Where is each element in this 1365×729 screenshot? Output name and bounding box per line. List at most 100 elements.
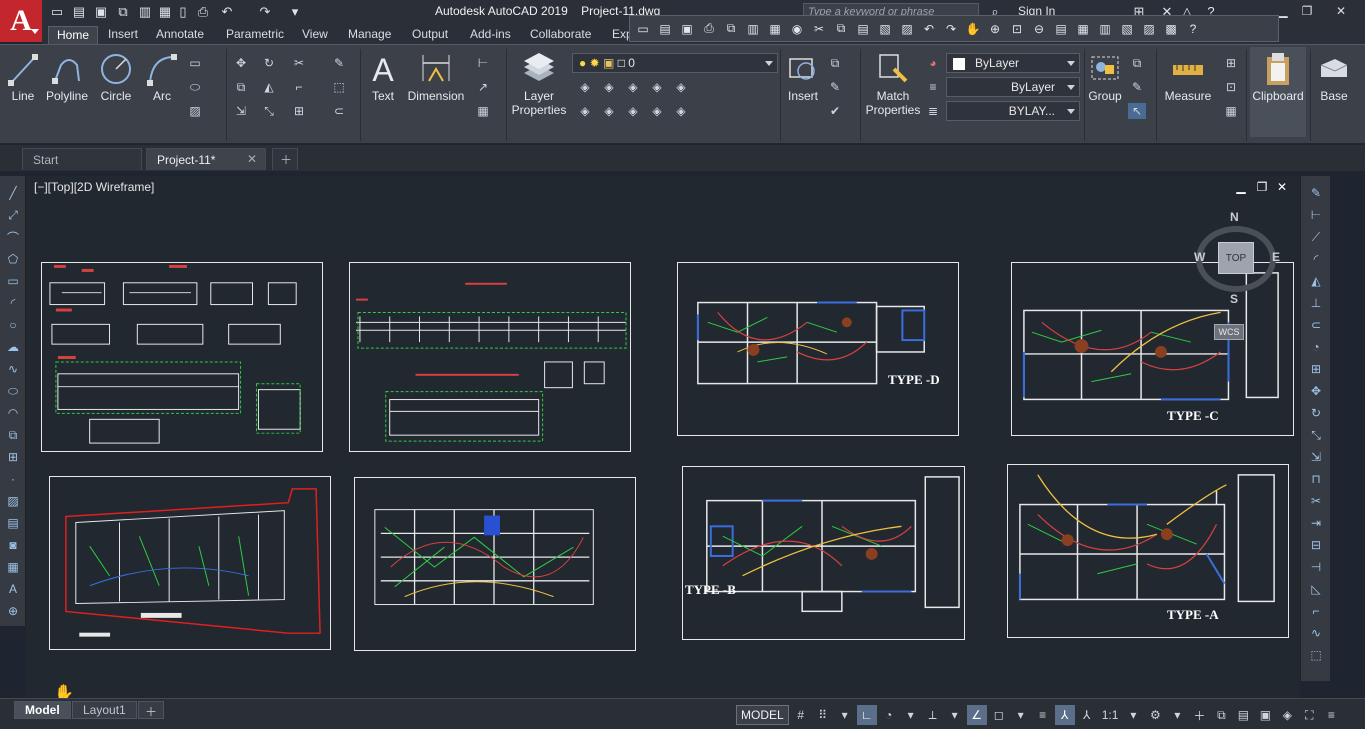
rectangle-icon[interactable]: ▭ (4, 272, 22, 290)
array-icon[interactable]: ⊞ (1307, 360, 1325, 378)
new-file-icon[interactable]: ▭ (48, 3, 66, 20)
match-icon[interactable]: ▧ (876, 20, 894, 38)
workspace-menu-icon[interactable]: ▾ (1167, 705, 1187, 725)
annotation-scale-button[interactable]: 1:1 (1099, 705, 1122, 725)
compass-south[interactable]: S (1230, 292, 1238, 306)
customization-icon[interactable]: ≡ (1321, 705, 1341, 725)
tab-layout1[interactable]: Layout1 (72, 701, 137, 719)
save-icon[interactable]: ▣ (92, 3, 110, 20)
construction-line-icon[interactable]: ⤢ (4, 206, 22, 224)
design-center-icon[interactable]: ▦ (1074, 20, 1092, 38)
array-icon[interactable]: ⊞ (290, 103, 308, 119)
viewport-controls-label[interactable]: [−][Top][2D Wireframe] (34, 180, 154, 194)
layer-off-icon[interactable]: ◈ (576, 79, 594, 95)
block-editor-icon[interactable]: ▨ (898, 20, 916, 38)
redo-icon[interactable]: ↷ (942, 20, 960, 38)
chamfer-icon[interactable]: ◺ (1307, 580, 1325, 598)
stretch-icon[interactable]: ⇲ (232, 103, 250, 119)
circle-icon[interactable]: ○ (4, 316, 22, 334)
group-selection-icon[interactable]: ↖ (1128, 103, 1146, 119)
leader-icon[interactable]: ↗ (474, 79, 492, 95)
zoom-realtime-icon[interactable]: ⊕ (986, 20, 1004, 38)
copy-icon[interactable]: ⧉ (832, 20, 850, 38)
measure-button[interactable]: Measure (1162, 51, 1214, 103)
tab-output[interactable]: Output (404, 26, 456, 44)
insert-button[interactable]: Insert (784, 51, 822, 103)
lineweight-icon[interactable]: ≣ (924, 103, 942, 119)
tab-start[interactable]: Start (22, 148, 142, 170)
open-icon[interactable]: ▤ (656, 20, 674, 38)
dim-arc-icon[interactable]: ◜ (1307, 250, 1325, 268)
stretch-icon[interactable]: ⇲ (1307, 448, 1325, 466)
annotation-scale-menu-icon[interactable]: ▾ (1123, 705, 1143, 725)
annotation-visibility-icon[interactable]: ⅄ (1054, 705, 1075, 725)
isodraft-icon[interactable]: ⟂ (923, 705, 943, 725)
tab-home[interactable]: Home (48, 26, 99, 44)
compass-east[interactable]: E (1272, 250, 1280, 264)
tab-view[interactable]: View (294, 26, 336, 44)
new-tab-button[interactable]: ＋ (272, 148, 298, 170)
polygon-icon[interactable]: ⬠ (4, 250, 22, 268)
ellipse-icon[interactable]: ⬭ (186, 79, 204, 95)
plot-icon[interactable]: ⎙ (194, 3, 212, 20)
sheet-set-icon[interactable]: ▧ (1118, 20, 1136, 38)
layer-unlock-icon[interactable]: ◈ (648, 103, 666, 119)
ortho-icon[interactable]: ∟ (856, 705, 877, 725)
move-icon[interactable]: ✥ (1307, 382, 1325, 400)
lock-ui-icon[interactable]: ▣ (1255, 705, 1275, 725)
web-mobile-icon[interactable]: ▥ (136, 3, 154, 20)
model-space-button[interactable]: MODEL (736, 705, 789, 725)
trim-icon[interactable]: ✂ (1307, 492, 1325, 510)
preview-icon[interactable]: ⧉ (722, 20, 740, 38)
edit-attributes-icon[interactable]: ✔ (826, 103, 844, 119)
mirror-icon[interactable]: ◭ (260, 79, 278, 95)
rotate-icon[interactable]: ↻ (1307, 404, 1325, 422)
sheet-site-plan[interactable] (49, 476, 331, 650)
grid-icon[interactable]: # (791, 705, 811, 725)
extend-icon[interactable]: ⇥ (1307, 514, 1325, 532)
sheet-riser-diagram[interactable] (349, 262, 631, 452)
tab-project-11[interactable]: Project-11* ✕ (146, 148, 266, 170)
clipboard-button[interactable]: Clipboard (1250, 47, 1306, 137)
calculator-icon[interactable]: ▦ (1222, 103, 1240, 119)
table-icon[interactable]: ▦ (4, 558, 22, 576)
sheet-type-a[interactable] (1007, 464, 1289, 638)
dim-linear-icon[interactable]: ⊢ (1307, 206, 1325, 224)
radius-icon[interactable]: ◔ (1307, 338, 1325, 356)
sheet-type-b[interactable] (682, 466, 965, 640)
auto-scale-icon[interactable]: ⅄ (1077, 705, 1097, 725)
tab-annotate[interactable]: Annotate (148, 26, 212, 44)
explode-icon[interactable]: ⬚ (330, 79, 348, 95)
object-snap-icon[interactable]: ◻ (989, 705, 1009, 725)
fullscreen-icon[interactable]: ⛶ (1299, 705, 1319, 725)
compass-west[interactable]: W (1194, 250, 1205, 264)
publish-icon[interactable]: ▥ (744, 20, 762, 38)
snap-icon[interactable]: ⠿ (813, 705, 833, 725)
pan-icon[interactable]: ✋ (964, 20, 982, 38)
mtext-icon[interactable]: A (4, 580, 22, 598)
tab-insert[interactable]: Insert (100, 26, 146, 44)
customize-qat-icon[interactable]: ▾ (286, 3, 304, 20)
offset-icon[interactable]: ⊂ (1307, 316, 1325, 334)
undo-icon[interactable]: ↶ (920, 20, 938, 38)
hatch-icon[interactable]: ▨ (186, 103, 204, 119)
cut-icon[interactable]: ✂ (810, 20, 828, 38)
viewport-close-icon[interactable]: ✕ (1274, 180, 1290, 196)
application-menu-button[interactable]: A (0, 0, 42, 42)
markup-icon[interactable]: ▨ (1140, 20, 1158, 38)
hatch-icon[interactable]: ▨ (4, 492, 22, 510)
restore-window-icon[interactable]: ❐ (1296, 2, 1318, 20)
viewport-maximize-icon[interactable]: ❐ (1254, 180, 1270, 196)
redo-icon[interactable]: ↷ (256, 3, 274, 20)
lineweight-icon[interactable]: ≡ (1033, 705, 1053, 725)
layer-properties-button[interactable]: Layer Properties (510, 51, 568, 117)
save-icon[interactable]: ▣ (678, 20, 696, 38)
quickcalc-icon[interactable]: ▩ (1162, 20, 1180, 38)
line-button[interactable]: Line (6, 51, 40, 103)
create-block-icon[interactable]: ⧉ (826, 55, 844, 71)
compass-north[interactable]: N (1230, 210, 1239, 224)
group-edit-icon[interactable]: ✎ (1128, 79, 1146, 95)
point-icon[interactable]: · (4, 470, 22, 488)
base-button[interactable]: Base (1314, 51, 1354, 103)
gradient-icon[interactable]: ▤ (4, 514, 22, 532)
